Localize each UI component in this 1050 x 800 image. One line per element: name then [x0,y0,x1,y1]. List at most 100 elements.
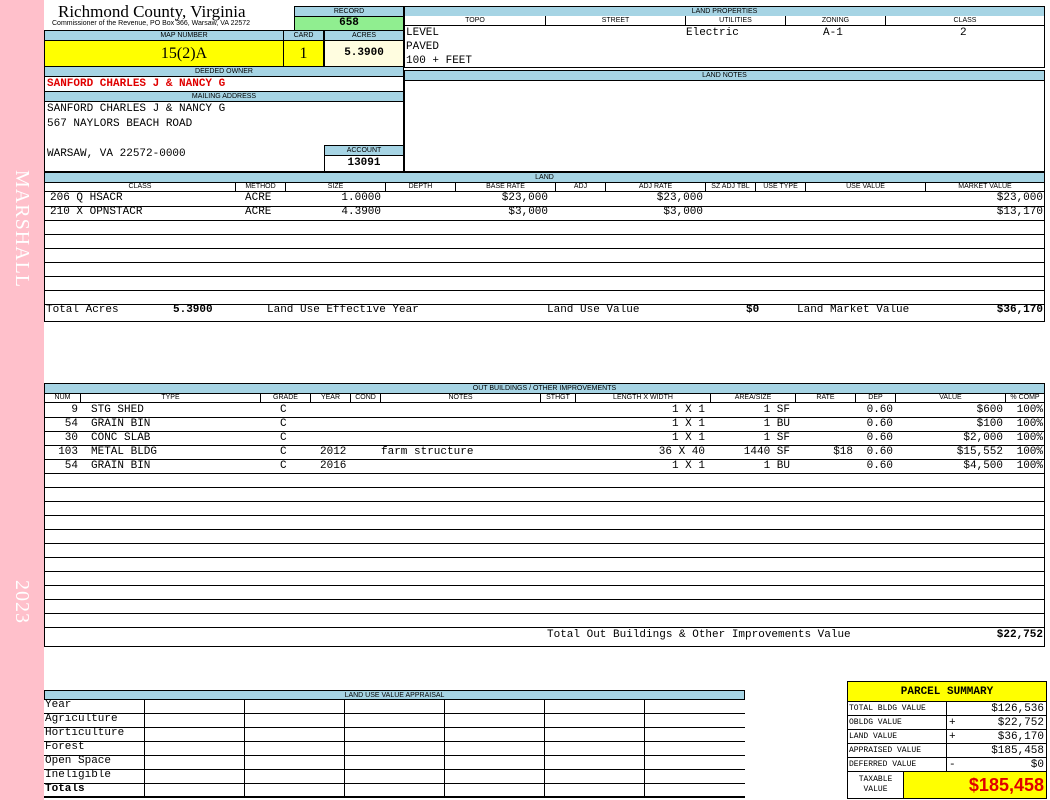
map-number-value: 15(2)A [45,41,323,66]
ob-lw: 1 X 1 [671,404,705,416]
ob-area: 1 SF [763,404,790,416]
mailing-label: MAILING ADDRESS [45,91,403,102]
ob-area: 1 BU [763,460,790,472]
ob-rate: $18 [833,446,853,458]
utilities-value: Electric [686,27,739,39]
ob-col-type: TYPE [80,393,260,402]
ob-grade: C [280,432,287,444]
land-use-cell [544,700,545,714]
land-use-label: Ineligible [45,769,112,781]
topo-1: LEVEL [406,27,440,39]
ob-lw: 1 X 1 [671,460,705,472]
ob-lw: 1 X 1 [671,432,705,444]
acres-box: ACRES 5.3900 [324,30,404,66]
county-title: Richmond County, Virginia [58,2,246,21]
ob-col-dep: DEP [855,393,895,402]
ob-col-num: NUM [54,394,71,401]
land-use-cell [144,770,145,784]
land-adj-rate: $23,000 [656,192,703,204]
use-value: $0 [746,304,760,316]
ob-comp: 100% [1016,418,1043,430]
land-use-cell [544,742,545,756]
ob-value: $2,000 [963,432,1003,444]
deeded-owner: SANFORD CHARLES J & NANCY G [47,78,226,90]
col-street: STREET [545,16,685,25]
land-market-value: $13,170 [996,206,1043,218]
land-use-cell [344,742,345,756]
summary-value: $126,536 [991,703,1044,715]
land-notes-title: LAND NOTES [405,71,1044,81]
land-use-cell [344,728,345,742]
land-use-label: Agriculture [45,713,118,725]
ob-col-rate: RATE [795,393,855,402]
land-use-cell [144,756,145,770]
sidebar: MARSHALL 2023 [0,0,44,800]
land-use-cell [644,784,645,798]
land-use-row: Agriculture [44,713,745,728]
ob-grade: C [280,446,287,458]
land-method: ACRE [245,192,272,204]
land-adj-rate: $3,000 [663,206,703,218]
topo-3: 100 + FEET [406,55,473,67]
land-use-cell [544,770,545,784]
ob-col-grade: GRADE [260,393,310,402]
ob-area: 1 BU [763,418,790,430]
zoning-value: A-1 [823,27,843,39]
land-use-cell [244,728,245,742]
land-market-label: Land Market Value [797,304,910,316]
land-col-depth: DEPTH [385,182,455,191]
summary-label: TOTAL BLDG VALUE [849,704,926,713]
land-use-cell [244,756,245,770]
land-use-row: Horticulture [44,727,745,742]
ob-dep: 0.60 [866,460,893,472]
district-label: MARSHALL [11,170,33,289]
land-use-cell [644,714,645,728]
land-use-title: LAND USE VALUE APPRAISAL [44,690,745,700]
ob-type: CONC SLAB [91,432,151,444]
total-acres-label: Total Acres [46,304,119,316]
land-col-base-rate: BASE RATE [455,182,555,191]
account-box: ACCOUNT 13091 [324,145,404,172]
land-use-label: Totals [45,783,85,795]
taxable-label-1: TAXABLE [858,775,893,784]
summary-label: LAND VALUE [849,732,898,741]
ob-col-sthgt: STHGT [540,393,575,402]
land-market-value: $23,000 [996,192,1043,204]
land-use-cell [544,784,545,798]
land-col-adj-rate: ADJ RATE [605,182,705,191]
ob-grade: C [280,418,287,430]
ob-grade: C [280,404,287,416]
ob-comp: 100% [1016,432,1043,444]
land-use-cell [244,770,245,784]
ob-col-value: VALUE [895,393,1005,402]
summary-label: DEFERRED VALUE [849,760,917,769]
summary-row: OBLDG VALUE + $22,752 [848,716,1046,730]
land-col-market-value: MARKET VALUE [925,182,1044,191]
land-properties: LAND PROPERTIES TOPO STREET UTILITIES ZO… [404,6,1045,68]
commissioner-line: Commissioner of the Revenue, PO Box 366,… [52,20,251,27]
total-acres-value: 5.3900 [173,304,213,316]
card-value: 1 [284,41,323,66]
land-use-cell [144,714,145,728]
land-col-sz-adj: SZ ADJ TBL [705,182,755,191]
land-use-row: Forest [44,741,745,756]
use-value-label: Land Use Value [547,304,640,316]
land-use-cell [544,714,545,728]
land-table: LAND CLASS METHOD SIZE DEPTH BASE RATE A… [44,172,1045,322]
land-use-row: Totals [44,783,745,798]
ob-lw: 36 X 40 [658,446,705,458]
land-col-class: CLASS [128,183,152,190]
ob-dep: 0.60 [866,418,893,430]
ob-col-notes: NOTES [380,393,540,402]
land-market-total: $36,170 [996,304,1043,316]
ob-type: GRAIN BIN [91,460,151,472]
land-use-cell [544,728,545,742]
ob-value: $15,552 [956,446,1003,458]
effective-year-label: Land Use Effective Year [267,304,419,316]
land-use-cell [644,756,645,770]
summary-value: $36,170 [997,731,1044,743]
land-use-cell [644,770,645,784]
land-size: 1.0000 [341,192,381,204]
ob-dep: 0.60 [866,432,893,444]
col-utilities: UTILITIES [685,16,785,25]
